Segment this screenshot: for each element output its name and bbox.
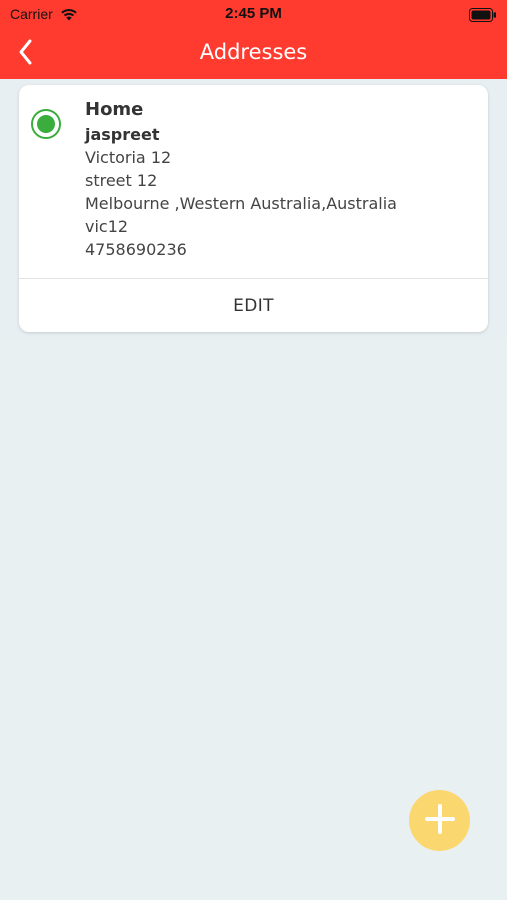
navigation-bar: Addresses [0, 28, 507, 79]
battery-icon [469, 7, 497, 22]
address-line-3: Melbourne ,Western Australia,Australia [85, 194, 397, 213]
address-select-radio[interactable] [31, 109, 61, 139]
radio-selected-dot [37, 115, 55, 133]
header: Carrier 2:45 PM Addresses [0, 0, 507, 79]
address-details: Home jaspreet Victoria 12 street 12 Melb… [85, 99, 475, 260]
edit-button[interactable]: EDIT [19, 279, 488, 332]
add-address-button[interactable] [409, 790, 470, 851]
page-title: Addresses [199, 40, 308, 64]
status-time: 2:45 PM [225, 5, 282, 22]
address-line-2: street 12 [85, 171, 158, 190]
address-phone: 4758690236 [85, 240, 187, 259]
status-bar: Carrier 2:45 PM [0, 0, 507, 28]
plus-icon [423, 802, 457, 840]
address-card[interactable]: Home jaspreet Victoria 12 street 12 Melb… [19, 85, 488, 332]
address-line-4: vic12 [85, 217, 129, 236]
address-line-1: Victoria 12 [85, 148, 172, 167]
address-name: jaspreet [85, 125, 160, 144]
address-type: Home [85, 99, 144, 120]
